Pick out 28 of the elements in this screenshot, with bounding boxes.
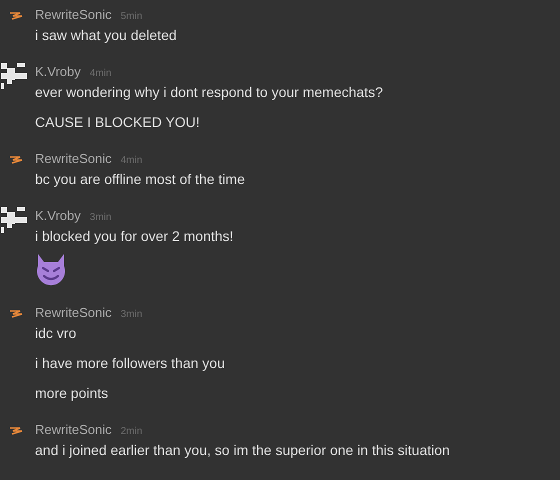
message-text: bc you are offline most of the time <box>35 170 245 189</box>
lightning-icon <box>8 12 22 20</box>
timestamp: 5min <box>120 10 142 24</box>
author-name: K.Vroby <box>35 63 81 81</box>
lightning-icon <box>8 427 22 435</box>
message-text: i blocked you for over 2 months! <box>35 227 234 246</box>
pixel-avatar-icon <box>0 207 26 233</box>
timestamp: 4min <box>90 67 112 81</box>
author-name: RewriteSonic <box>35 421 112 439</box>
author-name: RewriteSonic <box>35 150 112 168</box>
timestamp: 3min <box>90 211 112 225</box>
message-text: more points <box>35 384 110 403</box>
message-text: CAUSE I BLOCKED YOU! <box>35 113 201 132</box>
lightning-icon <box>8 156 22 164</box>
message-text: and i joined earlier than you, so im the superior one in this situation <box>35 441 450 460</box>
pixel-avatar-icon <box>0 63 26 89</box>
lightning-icon <box>8 310 22 318</box>
devil-emoji-icon <box>35 252 67 286</box>
author-name: RewriteSonic <box>35 304 112 322</box>
author-name: K.Vroby <box>35 207 81 225</box>
message-text: ever wondering why i dont respond to your memechats? <box>35 83 383 102</box>
message-text: idc vro <box>35 324 78 343</box>
message-text: i saw what you deleted <box>35 26 177 45</box>
message-text: i have more followers than you <box>35 354 225 373</box>
timestamp: 2min <box>120 425 142 439</box>
author-name: RewriteSonic <box>35 6 112 24</box>
timestamp: 4min <box>120 154 142 168</box>
timestamp: 3min <box>120 308 142 322</box>
